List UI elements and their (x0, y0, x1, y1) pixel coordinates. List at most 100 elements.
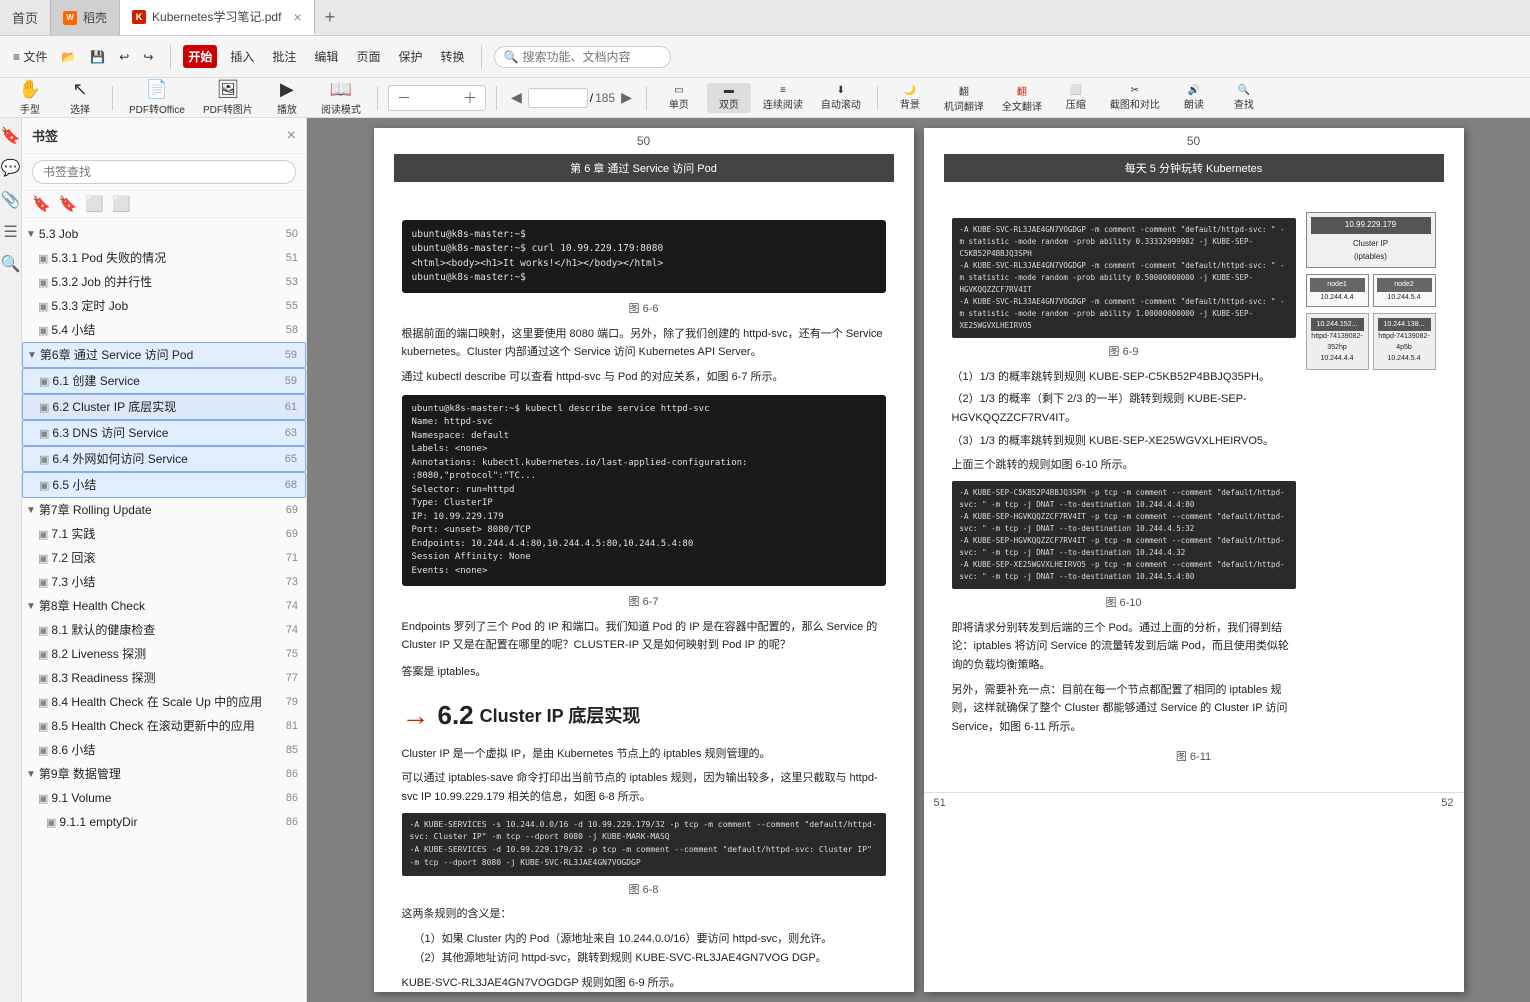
select-tool[interactable]: ↖ 选择 (58, 77, 102, 118)
edit-button[interactable]: 编辑 (309, 45, 343, 68)
single-page-tool[interactable]: ▭ 单页 (657, 83, 701, 113)
toc-item-ch7[interactable]: ▼第7章 Rolling Update69 (22, 498, 306, 522)
compress-label: 压缩 (1066, 96, 1086, 111)
toc-page: 85 (286, 744, 298, 756)
toc-item-7.3[interactable]: ▣7.3 小结73 (22, 570, 306, 594)
insert-button[interactable]: 插入 (225, 45, 259, 68)
screenshot-tool[interactable]: ✂ 截图和对比 (1104, 83, 1166, 113)
tab-home[interactable]: 首页 (0, 0, 51, 35)
toc-item-5.3.3[interactable]: ▣5.3.3 定时 Job55 (22, 294, 306, 318)
toc-item-9.1.1[interactable]: ▣9.1.1 emptyDir86 (22, 810, 306, 834)
toc-arrow[interactable]: ▼ (26, 229, 36, 240)
toc-item-5.3.2[interactable]: ▣5.3.2 Job 的并行性53 (22, 270, 306, 294)
pdf-area[interactable]: 50 第 6 章 通过 Service 访问 Pod ubuntu@k8s-ma… (307, 118, 1530, 1002)
hand-tool[interactable]: ✋ 手型 (8, 77, 52, 118)
toc-item-7.1[interactable]: ▣7.1 实践69 (22, 522, 306, 546)
search-input[interactable] (522, 50, 662, 64)
toc-item-5.3.1[interactable]: ▣5.3.1 Pod 失败的情况51 (22, 246, 306, 270)
read-mode-tool[interactable]: 📖 阅读模式 (315, 77, 367, 118)
zoom-input[interactable]: 30% (417, 91, 457, 105)
bookmark-icon-3[interactable]: ⬜ (85, 195, 104, 213)
auto-scroll-tool[interactable]: ⬇ 自动滚动 (815, 83, 867, 113)
toc-item-8.2[interactable]: ▣8.2 Liveness 探测75 (22, 642, 306, 666)
convert-button[interactable]: 转换 (435, 45, 469, 68)
toc-item-5.3[interactable]: ▼5.3 Job50 (22, 222, 306, 246)
pdf-office-tool[interactable]: 📄 PDF转Office (123, 77, 191, 118)
toc-item-6.4[interactable]: ▣6.4 外网如何访问 Service65 (22, 446, 306, 472)
start-button[interactable]: 开始 (183, 45, 217, 68)
right-page-num-top: 50 (924, 128, 1464, 154)
redo-button[interactable]: ↪ (138, 47, 158, 67)
page-input[interactable]: 61 (528, 88, 588, 108)
rule3: （3）1/3 的概率跳转到规则 KUBE-SEP-XE25WGVXLHEIRVO… (952, 432, 1296, 451)
sidebar-search[interactable] (22, 154, 306, 191)
toc-label: 6.2 Cluster IP 底层实现 (52, 398, 280, 416)
toc-item-6.5[interactable]: ▣6.5 小结68 (22, 472, 306, 498)
new-tab-button[interactable]: + (315, 7, 346, 28)
prev-page-button[interactable]: ◀ (507, 87, 526, 108)
toc-item-9.1[interactable]: ▣9.1 Volume86 (22, 786, 306, 810)
page-button[interactable]: 页面 (351, 45, 385, 68)
zoom-out-button[interactable]: － (393, 86, 415, 110)
zoom-control[interactable]: － 30% ＋ (388, 85, 486, 111)
layers-nav-icon[interactable]: ☰ (3, 222, 17, 242)
toc-item-7.2[interactable]: ▣7.2 回滚71 (22, 546, 306, 570)
toc-item-6.1[interactable]: ▣6.1 创建 Service59 (22, 368, 306, 394)
bookmark-icon-2[interactable]: 🔖 (59, 195, 78, 213)
toc-arrow[interactable]: ▼ (27, 350, 37, 361)
annotation-nav-icon[interactable]: 💬 (1, 158, 21, 178)
toc-item-ch8[interactable]: ▼第8章 Health Check74 (22, 594, 306, 618)
toc-item-8.3[interactable]: ▣8.3 Readiness 探测77 (22, 666, 306, 690)
translate-tool[interactable]: 翻 机词翻译 (938, 81, 990, 115)
protect-button[interactable]: 保护 (393, 45, 427, 68)
bg-tool[interactable]: 🌙 背景 (888, 83, 932, 113)
toc-label: 8.5 Health Check 在滚动更新中的应用 (51, 717, 281, 735)
attachment-nav-icon[interactable]: 📎 (1, 190, 21, 210)
pdf-img-tool[interactable]: 🖼 PDF转图片 (197, 77, 259, 118)
toc-arrow[interactable]: ▼ (26, 601, 36, 612)
sidebar-search-input[interactable] (32, 160, 296, 184)
toc-icon: ▣ (38, 576, 48, 589)
protect-label: 保护 (398, 48, 422, 65)
sidebar-close-button[interactable]: × (287, 127, 296, 145)
search-nav-icon[interactable]: 🔍 (1, 254, 21, 274)
bookmark-icon-1[interactable]: 🔖 (32, 195, 51, 213)
auto-scroll-icon: ⬇ (837, 85, 845, 96)
toc-arrow[interactable]: ▼ (26, 505, 36, 516)
compress-tool[interactable]: ⬜ 压缩 (1054, 83, 1098, 113)
search-box[interactable]: 🔍 (494, 46, 671, 68)
toc-item-ch6[interactable]: ▼第6章 通过 Service 访问 Pod59 (22, 342, 306, 368)
toc-item-8.6[interactable]: ▣8.6 小结85 (22, 738, 306, 762)
full-translate-tool[interactable]: 翻 全文翻译 (996, 81, 1048, 115)
bookmark-icon-4[interactable]: ⬜ (112, 195, 131, 213)
toc-page: 74 (286, 624, 298, 636)
toc-arrow[interactable]: ▼ (26, 769, 36, 780)
zoom-in-button[interactable]: ＋ (459, 86, 481, 110)
tab-close-button[interactable]: × (293, 10, 301, 24)
tab-pdf[interactable]: K Kubernetes学习笔记.pdf × (120, 0, 315, 35)
double-page-tool[interactable]: ▬ 双页 (707, 83, 751, 113)
continuous-tool[interactable]: ≡ 连续阅读 (757, 83, 809, 113)
tab-wps[interactable]: W 稻壳 (51, 0, 120, 35)
toc-item-8.4[interactable]: ▣8.4 Health Check 在 Scale Up 中的应用79 (22, 690, 306, 714)
toc-item-6.2[interactable]: ▣6.2 Cluster IP 底层实现61 (22, 394, 306, 420)
read-aloud-tool[interactable]: 🔊 朗读 (1172, 83, 1216, 113)
toc-item-8.5[interactable]: ▣8.5 Health Check 在滚动更新中的应用81 (22, 714, 306, 738)
file-menu-button[interactable]: ≡ 文件 (8, 45, 52, 68)
toc-page: 86 (286, 792, 298, 804)
save-button[interactable]: 💾 (85, 47, 110, 67)
undo-button[interactable]: ↩ (114, 47, 134, 67)
convert-label: 转换 (440, 48, 464, 65)
open-button[interactable]: 📂 (56, 47, 81, 67)
toc-item-5.4[interactable]: ▣5.4 小结58 (22, 318, 306, 342)
toc-item-ch9[interactable]: ▼第9章 数据管理86 (22, 762, 306, 786)
bookmark-nav-icon[interactable]: 🔖 (1, 126, 21, 146)
play-tool[interactable]: ▶ 播放 (265, 77, 309, 118)
comment-button[interactable]: 批注 (267, 45, 301, 68)
comment-label: 批注 (272, 48, 296, 65)
toc-item-6.3[interactable]: ▣6.3 DNS 访问 Service63 (22, 420, 306, 446)
left-chapter-header: 第 6 章 通过 Service 访问 Pod (394, 154, 894, 182)
toc-item-8.1[interactable]: ▣8.1 默认的健康检查74 (22, 618, 306, 642)
find-tool[interactable]: 🔍 查找 (1222, 83, 1266, 113)
next-page-button[interactable]: ▶ (617, 87, 636, 108)
